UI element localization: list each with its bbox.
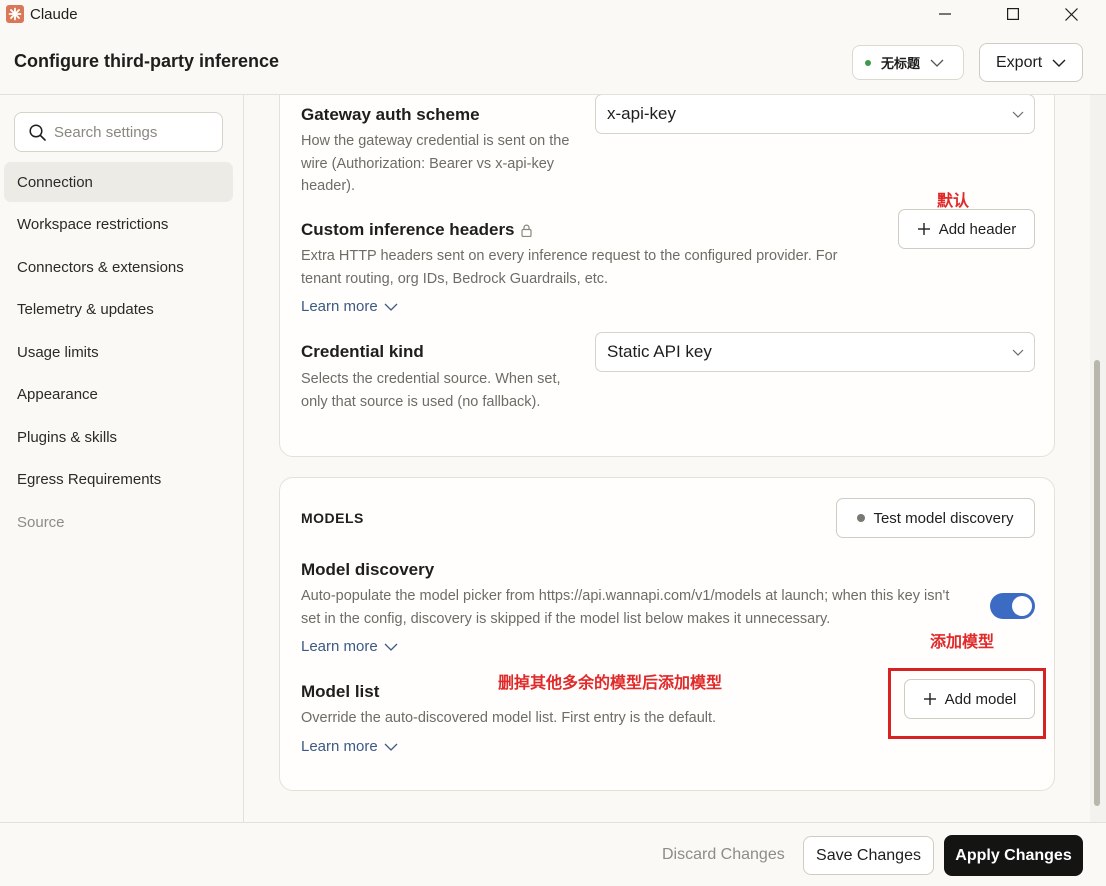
save-changes-button[interactable]: Save Changes (803, 836, 934, 875)
settings-sidebar: Connection Workspace restrictions Connec… (0, 95, 244, 822)
model-discovery-title: Model discovery (301, 560, 435, 579)
sidebar-item-usage-limits[interactable]: Usage limits (4, 332, 233, 372)
minimize-icon (939, 13, 951, 15)
status-dot-icon (857, 514, 866, 522)
save-changes-label: Save Changes (816, 846, 921, 864)
sidebar-item-label: Plugins & skills (17, 428, 118, 446)
search-input[interactable] (54, 123, 214, 141)
footer-bar: Discard Changes Save Changes Apply Chang… (0, 822, 1106, 886)
learn-more-label: Learn more (301, 738, 378, 755)
gateway-auth-value: x-api-key (607, 104, 676, 123)
sidebar-item-connectors-extensions[interactable]: Connectors & extensions (4, 247, 233, 287)
credential-kind-desc: Selects the credential source. When set,… (301, 371, 561, 410)
discard-changes-button[interactable]: Discard Changes (662, 846, 785, 864)
custom-headers-desc: Extra HTTP headers sent on every inferen… (301, 248, 838, 287)
sidebar-item-label: Connection (17, 173, 93, 191)
credential-kind-title: Credential kind (301, 342, 424, 361)
custom-headers-title-row: Custom inference headers (301, 220, 532, 240)
annotation-default: 默认 (937, 191, 970, 210)
credential-kind-value: Static API key (607, 342, 712, 361)
toggle-knob (1012, 596, 1032, 616)
close-icon (1064, 7, 1078, 21)
sidebar-item-label: Usage limits (17, 343, 99, 361)
plus-icon (917, 223, 930, 235)
close-window-button[interactable] (1048, 0, 1094, 28)
learn-more-label: Learn more (301, 298, 378, 315)
model-list-title: Model list (301, 682, 380, 701)
sidebar-item-label: Workspace restrictions (17, 215, 169, 233)
maximize-icon (1007, 8, 1019, 20)
sidebar-item-egress-requirements[interactable]: Egress Requirements (4, 459, 233, 499)
status-dot-icon (865, 59, 871, 66)
scrollbar-thumb[interactable] (1094, 360, 1100, 806)
custom-headers-learn-more[interactable]: Learn more (301, 298, 398, 315)
profile-label: 无标题 (881, 57, 921, 72)
apply-changes-label: Apply Changes (955, 846, 1072, 864)
search-icon (29, 123, 46, 141)
sidebar-item-appearance[interactable]: Appearance (4, 374, 233, 414)
custom-headers-title: Custom inference headers (301, 220, 515, 239)
chevron-down-icon (384, 303, 398, 311)
test-model-discovery-label: Test model discovery (873, 509, 1014, 527)
chevron-down-icon (384, 743, 398, 751)
page-title: Configure third-party inference (14, 51, 280, 71)
model-discovery-learn-more[interactable]: Learn more (301, 638, 398, 655)
model-discovery-toggle[interactable] (990, 593, 1035, 619)
minimize-button[interactable] (922, 0, 968, 28)
learn-more-label: Learn more (301, 638, 378, 655)
sidebar-item-plugins-skills[interactable]: Plugins & skills (4, 417, 233, 457)
annotation-delete-then-add: 删掉其他多余的模型后添加模型 (498, 673, 723, 692)
gateway-auth-select[interactable]: x-api-key (595, 95, 1035, 134)
chevron-down-icon (1012, 111, 1024, 118)
profile-selector[interactable]: 无标题 (852, 45, 964, 80)
export-label: Export (996, 53, 1043, 71)
chevron-down-icon (930, 59, 944, 67)
app-window: Claude Configure third-party inference 无… (0, 0, 1106, 886)
sidebar-item-label: Source (17, 513, 65, 531)
search-box[interactable] (14, 112, 223, 152)
lock-icon (520, 224, 532, 237)
sidebar-item-label: Connectors & extensions (17, 258, 184, 276)
sidebar-item-label: Appearance (17, 385, 98, 403)
sidebar-item-telemetry-updates[interactable]: Telemetry & updates (4, 289, 233, 329)
chevron-down-icon (1052, 59, 1066, 67)
gateway-auth-title: Gateway auth scheme (301, 105, 480, 124)
model-discovery-desc: Auto-populate the model picker from http… (301, 588, 950, 627)
gateway-auth-desc: How the gateway credential is sent on th… (301, 133, 570, 194)
chevron-down-icon (1012, 349, 1024, 356)
connection-card: Gateway auth scheme How the gateway cred… (279, 95, 1055, 457)
annotation-add-model: 添加模型 (930, 632, 995, 651)
test-model-discovery-button[interactable]: Test model discovery (836, 498, 1035, 538)
export-button[interactable]: Export (979, 43, 1083, 82)
claude-logo-icon (6, 5, 24, 23)
title-bar: Claude (0, 0, 1106, 30)
model-list-desc: Override the auto-discovered model list.… (301, 710, 717, 726)
models-section-label: MODELS (301, 510, 364, 526)
annotation-highlight-box (888, 668, 1046, 739)
add-header-label: Add header (938, 220, 1017, 238)
sidebar-item-source[interactable]: Source (4, 502, 233, 542)
model-list-learn-more[interactable]: Learn more (301, 738, 398, 755)
add-header-button[interactable]: Add header (898, 209, 1035, 249)
apply-changes-button[interactable]: Apply Changes (944, 835, 1083, 876)
sidebar-item-label: Egress Requirements (17, 470, 162, 488)
sidebar-item-connection[interactable]: Connection (4, 162, 233, 202)
credential-kind-select[interactable]: Static API key (595, 332, 1035, 372)
sidebar-item-workspace-restrictions[interactable]: Workspace restrictions (4, 204, 233, 244)
sidebar-item-label: Telemetry & updates (17, 300, 154, 318)
app-name: Claude (30, 6, 78, 23)
maximize-button[interactable] (990, 0, 1036, 28)
chevron-down-icon (384, 643, 398, 651)
